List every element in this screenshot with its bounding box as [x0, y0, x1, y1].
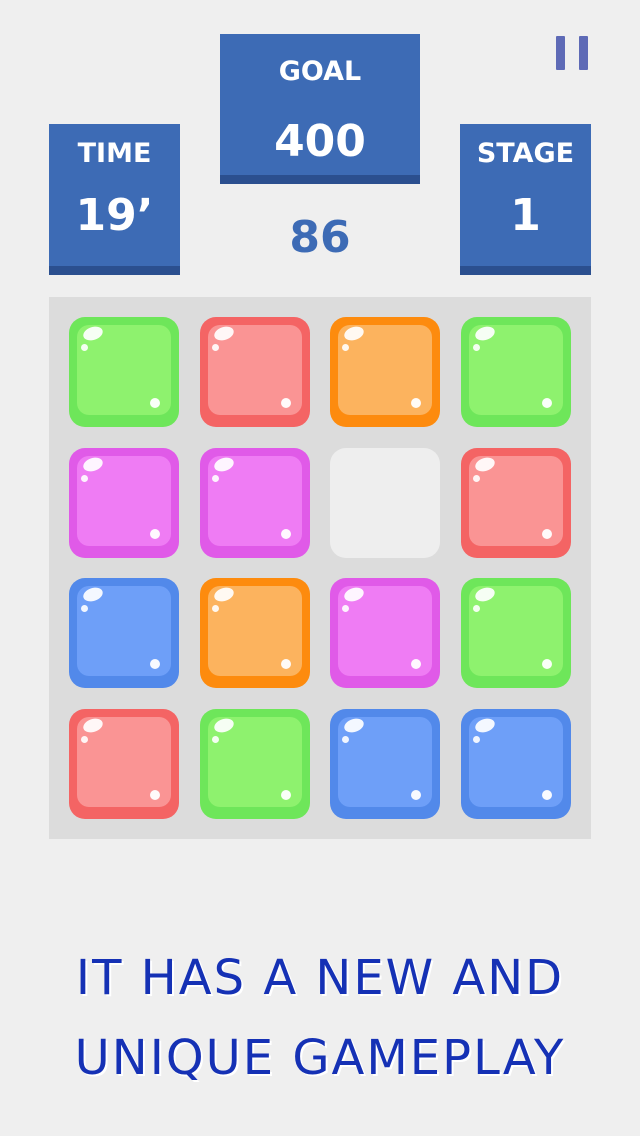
tile-highlight	[473, 736, 480, 743]
tile-highlight	[342, 605, 349, 612]
stage-value: 1	[510, 190, 541, 241]
tile-highlight	[212, 475, 219, 482]
green-tile[interactable]	[461, 317, 571, 427]
stage-label: STAGE	[476, 138, 575, 169]
red-tile[interactable]	[461, 448, 571, 558]
tile-highlight	[281, 659, 291, 669]
stage-panel: STAGE 1	[460, 124, 591, 275]
goal-value: 400	[274, 116, 366, 167]
tile-highlight	[411, 659, 421, 669]
tile-highlight	[342, 344, 349, 351]
magenta-tile[interactable]	[200, 448, 310, 558]
tile-highlight	[281, 529, 291, 539]
goal-label: GOAL	[278, 56, 362, 87]
red-tile[interactable]	[69, 709, 179, 819]
tile-highlight	[281, 398, 291, 408]
tile-highlight	[81, 736, 88, 743]
tile-highlight	[542, 398, 552, 408]
tile-highlight	[281, 790, 291, 800]
tagline-line-1: IT HAS A NEW AND	[75, 950, 565, 1006]
tile-highlight	[150, 659, 160, 669]
tile-highlight	[542, 659, 552, 669]
orange-tile[interactable]	[200, 578, 310, 688]
tile-highlight	[342, 736, 349, 743]
game-board	[49, 297, 591, 839]
score-counter: 86	[289, 212, 351, 263]
tile-highlight	[473, 605, 480, 612]
pause-button[interactable]	[556, 36, 588, 70]
empty-cell[interactable]	[330, 448, 440, 558]
tile-highlight	[542, 529, 552, 539]
tile-highlight	[212, 736, 219, 743]
time-panel: TIME 19’	[49, 124, 180, 275]
green-tile[interactable]	[200, 709, 310, 819]
tile-highlight	[473, 475, 480, 482]
red-tile[interactable]	[200, 317, 310, 427]
blue-tile[interactable]	[69, 578, 179, 688]
time-label: TIME	[77, 138, 152, 169]
tile-highlight	[473, 344, 480, 351]
blue-tile[interactable]	[461, 709, 571, 819]
tile-highlight	[212, 605, 219, 612]
green-tile[interactable]	[461, 578, 571, 688]
goal-panel: GOAL 400	[220, 34, 420, 184]
tagline-line-2: UNIQUE GAMEPLAY	[74, 1030, 566, 1086]
tile-highlight	[212, 344, 219, 351]
tile-highlight	[81, 605, 88, 612]
tile-highlight	[542, 790, 552, 800]
green-tile[interactable]	[69, 317, 179, 427]
tile-highlight	[150, 398, 160, 408]
tile-highlight	[411, 398, 421, 408]
tile-highlight	[81, 475, 88, 482]
tile-highlight	[81, 344, 88, 351]
tagline: IT HAS A NEW AND UNIQUE GAMEPLAY	[0, 938, 640, 1098]
blue-tile[interactable]	[330, 709, 440, 819]
tile-highlight	[411, 790, 421, 800]
magenta-tile[interactable]	[330, 578, 440, 688]
magenta-tile[interactable]	[69, 448, 179, 558]
orange-tile[interactable]	[330, 317, 440, 427]
time-value: 19’	[75, 190, 154, 241]
tile-highlight	[150, 529, 160, 539]
tile-highlight	[150, 790, 160, 800]
